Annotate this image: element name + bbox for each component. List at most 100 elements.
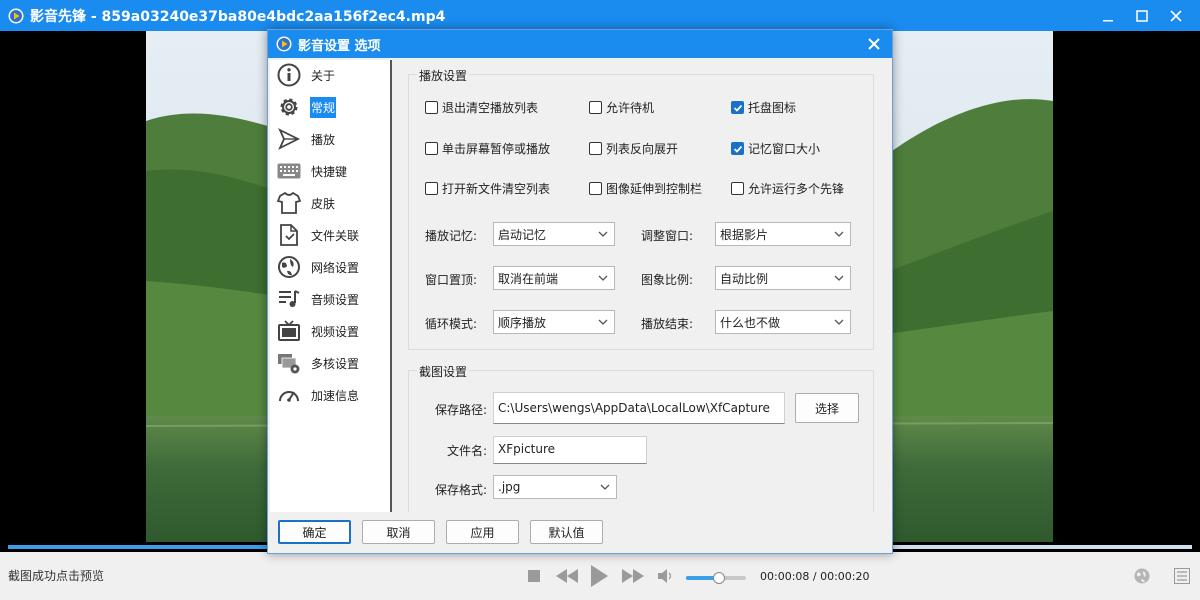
loop-mode-select[interactable]: 顺序播放 [493, 310, 615, 334]
nav-item-hotkeys[interactable]: 快捷键 [276, 157, 390, 185]
nav-item-audio[interactable]: 音频设置 [276, 285, 390, 313]
maximize-button[interactable] [1125, 0, 1159, 31]
checkbox-multiple-instances[interactable]: 允许运行多个先锋 [731, 180, 844, 197]
play-memory-select[interactable]: 启动记忆 [493, 222, 615, 246]
app-logo-icon [276, 36, 292, 52]
browser-button[interactable] [1132, 566, 1152, 586]
fast-forward-button[interactable] [620, 566, 646, 586]
nav-item-skin[interactable]: 皮肤 [276, 189, 390, 217]
checkbox-box[interactable] [731, 101, 744, 114]
apply-button[interactable]: 应用 [446, 520, 519, 544]
checkbox-remember-window-size[interactable]: 记忆窗口大小 [731, 140, 820, 157]
group-title: 播放设置 [417, 67, 470, 84]
nav-item-multicore[interactable]: 多核设置 [276, 349, 390, 377]
minimize-icon [1103, 19, 1113, 21]
speaker-icon [658, 569, 672, 583]
window-titlebar: 影音先锋 - 859a03240e37ba80e4bdc2aa156f2ec4.… [0, 0, 1200, 31]
nav-item-playback[interactable]: 播放 [276, 125, 390, 153]
aspect-ratio-select[interactable]: 自动比例 [715, 266, 851, 290]
list-icon [1174, 568, 1190, 584]
play-memory-label: 播放记忆: [425, 229, 478, 243]
nav-label: 播放 [311, 132, 336, 147]
filename-input[interactable]: XFpicture [493, 436, 647, 464]
save-path-label: 保存路径: [435, 403, 488, 417]
checkbox-clear-on-open[interactable]: 打开新文件清空列表 [425, 180, 550, 197]
nav-label: 关于 [311, 68, 336, 83]
shirt-icon [276, 190, 302, 216]
settings-nav: 关于 常规 播放 快捷键 皮肤 文件关联 网络设置 音频设置 视频设置 多核设置… [270, 60, 392, 512]
checkbox-label: 打开新文件清空列表 [442, 182, 551, 196]
save-format-label: 保存格式: [435, 483, 488, 497]
rewind-button[interactable] [554, 566, 580, 586]
checkbox-box[interactable] [589, 182, 602, 195]
nav-label: 视频设置 [311, 324, 360, 339]
checkbox-tray-icon[interactable]: 托盘图标 [731, 99, 796, 116]
cancel-button[interactable]: 取消 [362, 520, 435, 544]
close-icon [1170, 9, 1182, 22]
play-icon [276, 126, 302, 152]
app-logo-icon [8, 8, 24, 23]
playlist-button[interactable] [1172, 566, 1192, 586]
always-on-top-select[interactable]: 取消在前端 [493, 266, 615, 290]
dialog-titlebar: 影音设置 选项 [268, 30, 892, 58]
fast-forward-icon [622, 569, 644, 583]
dialog-close-button[interactable] [864, 34, 884, 54]
checkbox-allow-standby[interactable]: 允许待机 [589, 99, 654, 116]
adjust-window-select[interactable]: 根据影片 [715, 222, 851, 246]
checkbox-box[interactable] [731, 142, 744, 155]
ok-button[interactable]: 确定 [278, 520, 351, 544]
settings-dialog: 影音设置 选项 关于 常规 播放 快捷键 皮肤 文件关联 网络设置 音频设置 视… [267, 29, 893, 554]
stop-button[interactable] [524, 566, 544, 586]
checkmark-icon [733, 104, 742, 112]
cores-icon [276, 350, 302, 376]
close-icon [868, 38, 880, 50]
globe-icon [1134, 568, 1150, 584]
nav-item-about[interactable]: 关于 [276, 61, 390, 89]
play-button[interactable] [588, 564, 610, 588]
select-value: 什么也不做 [720, 315, 781, 330]
checkbox-box[interactable] [589, 142, 602, 155]
save-path-input[interactable]: C:\Users\wengs\AppData\LocalLow\XfCaptur… [493, 392, 785, 424]
checkbox-reverse-list[interactable]: 列表反向展开 [589, 140, 678, 157]
save-format-select[interactable]: .jpg [493, 475, 617, 499]
checkbox-box[interactable] [425, 142, 438, 155]
nav-item-network[interactable]: 网络设置 [276, 253, 390, 281]
choose-path-button[interactable]: 选择 [795, 393, 859, 423]
checkbox-box[interactable] [425, 182, 438, 195]
checkbox-box[interactable] [425, 101, 438, 114]
volume-slider[interactable] [686, 572, 746, 584]
checkbox-extend-to-controls[interactable]: 图像延伸到控制栏 [589, 180, 702, 197]
stop-icon [528, 570, 540, 582]
nav-label: 多核设置 [311, 356, 360, 371]
nav-item-video[interactable]: 视频设置 [276, 317, 390, 345]
close-window-button[interactable] [1159, 0, 1193, 31]
nav-label: 文件关联 [311, 228, 360, 243]
nav-item-acceleration[interactable]: 加速信息 [276, 381, 390, 409]
select-value: 自动比例 [720, 271, 769, 286]
playback-settings-group: 播放设置 退出清空播放列表 允许待机 托盘图标 单击屏幕暂停或播放 列表反向展开… [408, 67, 874, 350]
select-value: 根据影片 [720, 227, 769, 242]
info-icon [276, 62, 302, 88]
on-finish-select[interactable]: 什么也不做 [715, 310, 851, 334]
checkbox-box[interactable] [589, 101, 602, 114]
file-link-icon [276, 222, 302, 248]
chevron-down-icon [834, 231, 844, 237]
checkbox-clear-list-on-exit[interactable]: 退出清空播放列表 [425, 99, 538, 116]
checkbox-label: 托盘图标 [748, 101, 797, 115]
chevron-down-icon [834, 275, 844, 281]
always-on-top-label: 窗口置顶: [425, 273, 478, 287]
nav-label: 加速信息 [311, 388, 360, 403]
nav-label: 音频设置 [311, 292, 360, 307]
nav-label: 快捷键 [311, 164, 348, 179]
nav-item-file-assoc[interactable]: 文件关联 [276, 221, 390, 249]
checkbox-click-pause[interactable]: 单击屏幕暂停或播放 [425, 140, 550, 157]
audio-icon [276, 286, 302, 312]
mute-button[interactable] [656, 566, 676, 586]
checkbox-box[interactable] [731, 182, 744, 195]
chevron-down-icon [598, 275, 608, 281]
nav-item-general[interactable]: 常规 [276, 93, 390, 121]
minimize-button[interactable] [1091, 0, 1125, 31]
default-button[interactable]: 默认值 [530, 520, 603, 544]
checkbox-label: 允许运行多个先锋 [748, 182, 845, 196]
volume-knob[interactable] [713, 572, 725, 584]
